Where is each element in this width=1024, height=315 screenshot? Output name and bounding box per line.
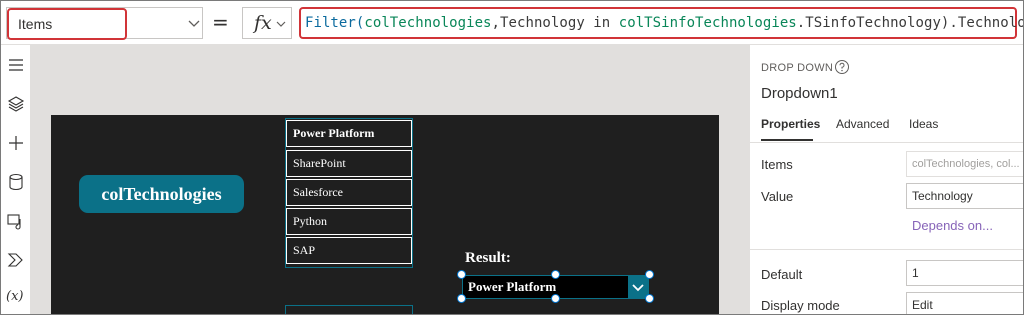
resize-handle[interactable] xyxy=(645,270,654,279)
default-label: Default xyxy=(761,267,803,282)
formula-bar: Items = fx Filter(colTechnologies,Techno… xyxy=(1,1,1023,45)
value-field[interactable]: Technology xyxy=(906,183,1023,209)
variables-icon[interactable]: (x) xyxy=(6,289,26,309)
divider xyxy=(750,142,1023,143)
items-field[interactable]: colTechnologies, col... xyxy=(906,151,1023,177)
resize-handle[interactable] xyxy=(457,270,466,279)
items-label: Items xyxy=(761,157,793,172)
chevron-down-icon xyxy=(188,20,200,27)
technology-gallery[interactable]: Power Platform SharePoint Salesforce Pyt… xyxy=(285,118,413,268)
tab-properties[interactable]: Properties xyxy=(761,117,820,131)
formula-function: Filter( xyxy=(305,15,365,31)
resize-handle[interactable] xyxy=(645,294,654,303)
formula-tail: .TSinfoTechnology).Technology xyxy=(796,15,1024,31)
hamburger-menu-icon[interactable] xyxy=(6,55,26,75)
layers-icon[interactable] xyxy=(6,94,26,114)
properties-panel: DROP DOWN Dropdown1 Properties Advanced … xyxy=(749,45,1023,314)
formula-arg-source: colTSinfoTechnologies xyxy=(618,15,797,31)
chevron-down-icon xyxy=(276,21,286,27)
active-tab-indicator xyxy=(761,139,813,141)
media-icon[interactable] xyxy=(6,211,26,231)
tab-ideas[interactable]: Ideas xyxy=(909,117,938,131)
resize-handle[interactable] xyxy=(551,294,560,303)
resize-handle[interactable] xyxy=(551,270,560,279)
formula-text: Filter(colTechnologies,Technology in col… xyxy=(305,15,1024,31)
formula-separator: ,Technology in xyxy=(491,15,619,31)
depends-on-link[interactable]: Depends on... xyxy=(912,218,993,233)
equals-sign: = xyxy=(212,10,229,34)
app-screen: colTechnologies Power Platform SharePoin… xyxy=(51,115,719,314)
divider xyxy=(750,249,1023,250)
value-label: Value xyxy=(761,189,794,204)
default-field[interactable]: 1 xyxy=(906,260,1023,286)
app-window: Items = fx Filter(colTechnologies,Techno… xyxy=(0,0,1024,315)
second-gallery[interactable] xyxy=(285,305,413,314)
database-icon[interactable] xyxy=(6,172,26,192)
help-icon[interactable] xyxy=(834,59,850,75)
result-label: Result: xyxy=(465,250,511,266)
plus-icon[interactable] xyxy=(6,133,26,153)
property-value: Items xyxy=(18,16,53,32)
gallery-item[interactable]: Python xyxy=(286,208,412,235)
dropdown-selected-value: Power Platform xyxy=(468,279,557,294)
control-type-label: DROP DOWN xyxy=(761,62,834,74)
power-automate-icon[interactable] xyxy=(6,250,26,270)
fx-button[interactable]: fx xyxy=(242,7,292,39)
display-mode-field[interactable]: Edit xyxy=(906,292,1023,314)
property-selector[interactable]: Items xyxy=(6,7,203,40)
left-rail: (x) xyxy=(1,45,31,314)
tab-advanced[interactable]: Advanced xyxy=(836,117,889,131)
gallery-item[interactable]: SAP xyxy=(286,237,412,264)
fx-icon: fx xyxy=(254,12,272,34)
gallery-item[interactable]: Power Platform xyxy=(286,120,412,147)
display-mode-label: Display mode xyxy=(761,298,840,313)
gallery-item[interactable]: Salesforce xyxy=(286,179,412,206)
resize-handle[interactable] xyxy=(457,294,466,303)
formula-arg-collection: colTechnologies xyxy=(364,15,492,31)
formula-input[interactable]: Filter(colTechnologies,Technology in col… xyxy=(299,7,1023,39)
control-name: Dropdown1 xyxy=(761,85,838,102)
gallery-item[interactable]: SharePoint xyxy=(286,150,412,177)
canvas-area: colTechnologies Power Platform SharePoin… xyxy=(31,45,749,314)
collection-label[interactable]: colTechnologies xyxy=(79,175,244,213)
